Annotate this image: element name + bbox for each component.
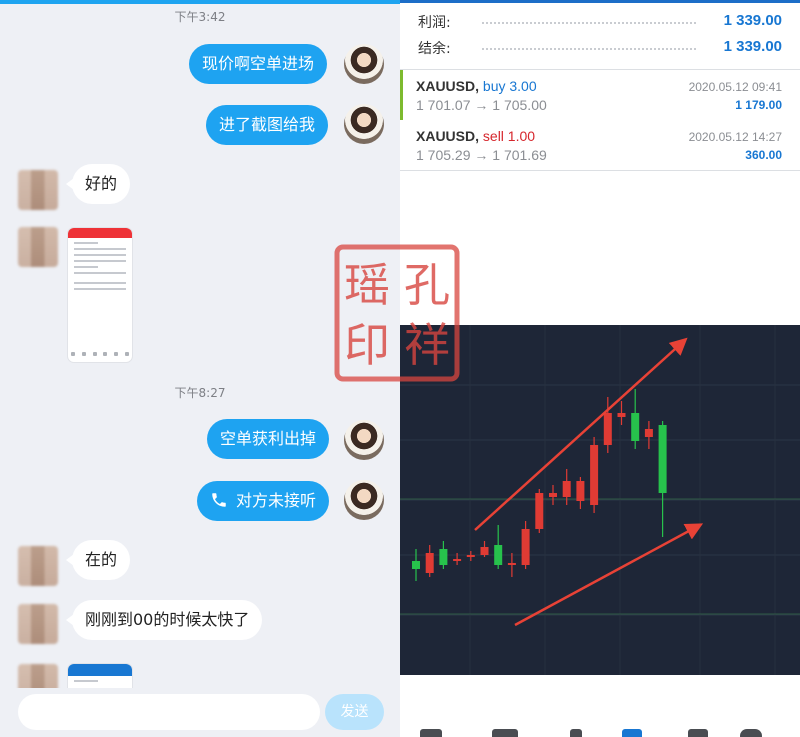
candle-body — [658, 425, 667, 493]
toolbar-icon[interactable] — [420, 729, 442, 737]
position-prices: 1 705.29 → 1 701.69 — [416, 147, 547, 163]
candle-body — [521, 529, 530, 565]
toolbar-icon[interactable] — [740, 729, 762, 737]
candle-body — [644, 429, 653, 437]
red-seal-stamp: 瑶 孔 印 祥 — [334, 244, 460, 382]
candle-body — [494, 545, 503, 565]
message-bubble-incoming[interactable]: 刚刚到00的时候太快了 — [65, 600, 263, 640]
position-profit: 360.00 — [745, 148, 782, 162]
candle-body — [425, 553, 434, 573]
timestamp: 下午8:27 — [174, 386, 226, 400]
seal-char: 瑶 — [344, 258, 390, 312]
my-avatar[interactable] — [344, 44, 384, 84]
trade-top-bar — [400, 0, 800, 3]
position-side: sell 1.00 — [482, 128, 536, 144]
message-bubble-outgoing[interactable]: 进了截图给我 — [206, 105, 329, 145]
dotted-leader — [482, 22, 696, 24]
message-bubble-incoming[interactable]: 在的 — [65, 540, 131, 580]
position-profit: 1 179.00 — [735, 98, 782, 112]
thumbnail-header — [68, 664, 132, 676]
position-datetime: 2020.05.12 14:27 — [688, 130, 782, 144]
my-avatar[interactable] — [344, 480, 384, 520]
dotted-leader — [482, 48, 696, 50]
position-row[interactable]: XAUUSD, sell 1.00 1 705.29 → 1 701.69 20… — [400, 120, 800, 170]
contact-avatar[interactable] — [18, 604, 58, 644]
summary-label: 利润: — [418, 15, 451, 31]
position-symbol: XAUUSD, — [416, 128, 480, 144]
candle-body — [549, 493, 557, 497]
bottom-toolbar — [400, 715, 800, 737]
summary-label: 结余: — [418, 41, 451, 57]
position-row[interactable]: XAUUSD, buy 3.00 1 701.07 → 1 705.00 202… — [400, 70, 800, 120]
candle-body — [507, 563, 516, 565]
contact-avatar[interactable] — [18, 170, 58, 210]
candles — [412, 389, 667, 581]
message-input[interactable] — [18, 694, 320, 730]
candle-body — [439, 549, 448, 565]
image-message-thumbnail[interactable] — [68, 228, 132, 362]
divider — [400, 170, 800, 171]
missed-call-bubble[interactable]: 对方未接听 — [197, 481, 330, 521]
candle-body — [412, 561, 420, 569]
position-symbol: XAUUSD, — [416, 78, 480, 94]
toolbar-icon-active[interactable] — [622, 729, 642, 737]
candle-body — [590, 445, 599, 505]
message-bubble-outgoing[interactable]: 空单获利出掉 — [207, 419, 330, 459]
seal-char: 孔 — [404, 258, 450, 312]
thumbnail-header — [68, 228, 132, 238]
candle-body — [466, 555, 475, 557]
toolbar-icon[interactable] — [492, 729, 518, 737]
candle-body — [535, 493, 544, 529]
contact-avatar[interactable] — [18, 227, 58, 267]
candle-body — [562, 481, 571, 497]
position-accent — [400, 70, 403, 120]
candle-body — [576, 481, 585, 501]
summary-row-balance: 结余: 1 339.00 — [400, 32, 800, 62]
chat-top-bar — [0, 0, 400, 4]
contact-avatar[interactable] — [18, 546, 58, 586]
candle-body — [631, 413, 640, 441]
seal-char: 印 — [344, 318, 390, 372]
timestamp: 下午3:42 — [174, 10, 226, 24]
my-avatar[interactable] — [344, 420, 384, 460]
toolbar-icon[interactable] — [688, 729, 708, 737]
candle-body — [453, 559, 462, 561]
position-prices: 1 701.07 → 1 705.00 — [416, 97, 547, 113]
message-bubble-incoming[interactable]: 好的 — [65, 164, 131, 204]
position-side: buy 3.00 — [482, 78, 537, 94]
candle-body — [603, 413, 612, 445]
toolbar-icon[interactable] — [570, 729, 582, 737]
missed-call-label: 对方未接听 — [236, 491, 317, 510]
summary-value: 1 339.00 — [723, 38, 782, 55]
position-datetime: 2020.05.12 09:41 — [688, 80, 782, 94]
my-avatar[interactable] — [344, 104, 384, 144]
candle-body — [480, 547, 489, 555]
phone-icon — [212, 493, 226, 507]
trend-arrow-lower — [514, 523, 704, 627]
summary-value: 1 339.00 — [723, 12, 782, 29]
send-button[interactable]: 发送 — [325, 694, 384, 730]
message-bubble-outgoing[interactable]: 现价啊空单进场 — [189, 44, 328, 84]
seal-char: 祥 — [404, 318, 450, 372]
candle-body — [617, 413, 626, 417]
